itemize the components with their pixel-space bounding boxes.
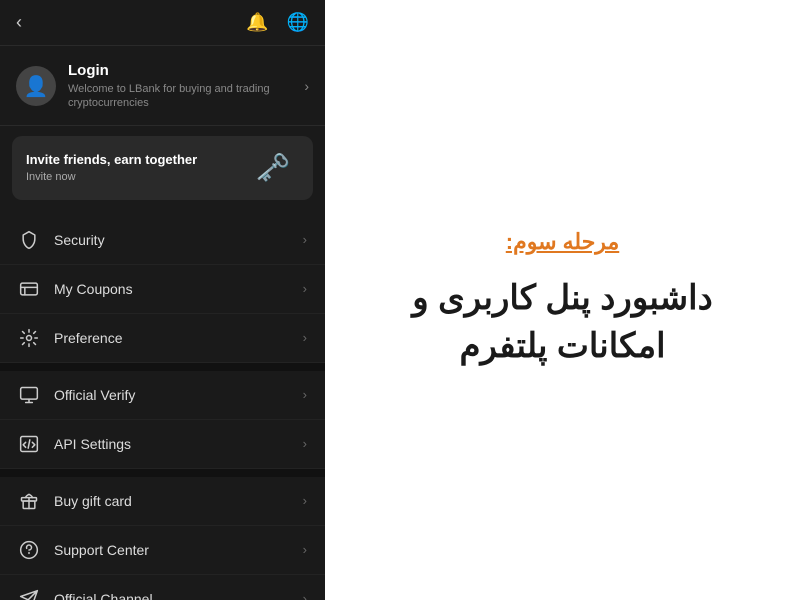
right-panel: مرحله سوم: داشبورد پنل کاربری و امکانات … — [325, 0, 800, 600]
invite-banner[interactable]: Invite friends, earn together Invite now… — [12, 136, 313, 200]
heading-line2: امکانات پلتفرم — [459, 327, 665, 365]
heading-line1: داشبورد پنل کاربری و — [412, 279, 713, 317]
user-section[interactable]: 👤 Login Welcome to LBank for buying and … — [0, 46, 325, 126]
chevron-icon: › — [303, 493, 307, 508]
chevron-icon: › — [303, 330, 307, 345]
step-label-text: مرحله سوم: — [506, 229, 619, 254]
back-button[interactable]: ‹ — [16, 12, 22, 33]
top-bar-icons: 🔔 🌐 — [246, 12, 309, 33]
menu-label-official-verify: Official Verify — [54, 387, 289, 403]
menu-item-buy-gift-card[interactable]: Buy gift card › — [0, 477, 325, 526]
menu-item-support-center[interactable]: Support Center › — [0, 526, 325, 575]
api-icon — [18, 433, 40, 455]
user-info: Login Welcome to LBank for buying and tr… — [68, 62, 292, 111]
user-chevron-icon: › — [304, 78, 309, 94]
bell-icon[interactable]: 🔔 — [246, 12, 268, 33]
invite-text: Invite friends, earn together Invite now — [26, 152, 197, 183]
chevron-icon: › — [303, 281, 307, 296]
channel-icon — [18, 588, 40, 600]
login-subtitle: Welcome to LBank for buying and trading … — [68, 82, 292, 111]
login-title: Login — [68, 62, 292, 79]
coupon-icon — [18, 278, 40, 300]
menu-list: Security › My Coupons › Preference › Off… — [0, 210, 325, 600]
invite-title: Invite friends, earn together — [26, 152, 197, 167]
menu-separator-1 — [0, 363, 325, 371]
menu-label-buy-gift-card: Buy gift card — [54, 493, 289, 509]
menu-label-my-coupons: My Coupons — [54, 281, 289, 297]
main-heading: داشبورد پنل کاربری و امکانات پلتفرم — [412, 275, 713, 370]
avatar-icon: 👤 — [24, 74, 49, 99]
chevron-icon: › — [303, 542, 307, 557]
chevron-icon: › — [303, 232, 307, 247]
right-content: مرحله سوم: داشبورد پنل کاربری و امکانات … — [412, 229, 713, 370]
menu-item-my-coupons[interactable]: My Coupons › — [0, 265, 325, 314]
gift-icon — [18, 490, 40, 512]
menu-label-preference: Preference — [54, 330, 289, 346]
menu-item-official-channel[interactable]: Official Channel › — [0, 575, 325, 600]
invite-sub: Invite now — [26, 171, 197, 183]
menu-label-support-center: Support Center — [54, 542, 289, 558]
avatar: 👤 — [16, 66, 56, 106]
menu-separator-2 — [0, 469, 325, 477]
chevron-icon: › — [303, 591, 307, 600]
menu-item-api-settings[interactable]: API Settings › — [0, 420, 325, 469]
left-panel: ‹ 🔔 🌐 👤 Login Welcome to LBank for buyin… — [0, 0, 325, 600]
globe-icon[interactable]: 🌐 — [287, 12, 309, 33]
menu-item-preference[interactable]: Preference › — [0, 314, 325, 363]
menu-label-official-channel: Official Channel — [54, 591, 289, 600]
chevron-icon: › — [303, 387, 307, 402]
step-label: مرحله سوم: — [412, 229, 713, 255]
menu-item-security[interactable]: Security › — [0, 216, 325, 265]
chevron-icon: › — [303, 436, 307, 451]
preference-icon — [18, 327, 40, 349]
menu-label-security: Security — [54, 232, 289, 248]
shield-icon — [18, 229, 40, 251]
top-bar: ‹ 🔔 🌐 — [0, 0, 325, 46]
support-icon — [18, 539, 40, 561]
verify-icon — [18, 384, 40, 406]
menu-item-official-verify[interactable]: Official Verify › — [0, 371, 325, 420]
menu-label-api-settings: API Settings — [54, 436, 289, 452]
invite-image: 🗝️ — [247, 148, 299, 188]
